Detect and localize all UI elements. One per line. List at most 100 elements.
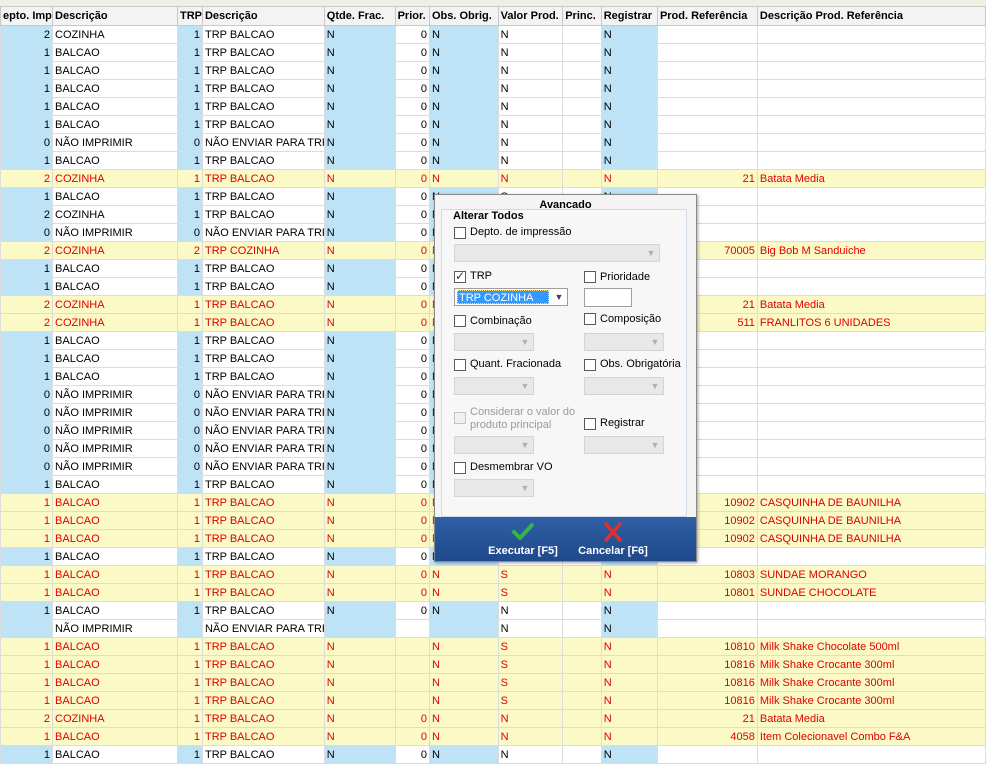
table-cell[interactable]: N (497, 727, 564, 746)
table-cell[interactable]: 1 (176, 79, 203, 98)
column-header[interactable]: Qtde. Frac. (323, 6, 396, 26)
table-cell[interactable]: N (600, 655, 658, 674)
table-cell[interactable]: N (600, 709, 658, 728)
table-cell[interactable] (394, 691, 430, 710)
table-cell[interactable]: 0 (394, 259, 430, 278)
table-cell[interactable] (562, 25, 602, 44)
table-cell[interactable]: N (323, 403, 396, 422)
table-cell[interactable]: 1 (0, 727, 54, 746)
table-row[interactable]: 1 BALCAO 1 TRP BALCAO N 0 N N N 4058 Item Colecion… (0, 727, 986, 746)
table-cell[interactable]: S (497, 655, 564, 674)
table-cell[interactable]: 1 (0, 547, 54, 566)
table-cell[interactable]: 0 (394, 529, 430, 548)
table-cell[interactable] (756, 259, 986, 278)
table-cell[interactable] (756, 61, 986, 80)
table-cell[interactable]: 1 (0, 511, 54, 530)
table-cell[interactable]: 1 (176, 367, 203, 386)
table-cell[interactable] (656, 97, 758, 116)
table-cell[interactable]: 1 (176, 673, 203, 692)
table-cell[interactable]: 0 (394, 133, 430, 152)
column-header[interactable]: Valor Prod. (497, 6, 564, 26)
table-cell[interactable]: N (497, 97, 564, 116)
table-cell[interactable]: N (600, 79, 658, 98)
table-cell[interactable]: BALCAO (52, 187, 178, 206)
considerar-combo[interactable]: ▼ (454, 436, 534, 454)
table-cell[interactable]: Milk Shake Chocolate 500ml (756, 637, 986, 656)
table-cell[interactable]: N (428, 79, 499, 98)
table-cell[interactable]: 1 (176, 493, 203, 512)
considerar-checkbox[interactable] (454, 412, 466, 424)
table-cell[interactable]: TRP BALCAO (201, 745, 325, 764)
table-cell[interactable]: 1 (0, 61, 54, 80)
table-cell[interactable]: TRP COZINHA (201, 241, 325, 260)
table-cell[interactable] (562, 673, 602, 692)
table-cell[interactable]: BALCAO (52, 565, 178, 584)
table-cell[interactable]: NÃO ENVIAR PARA TRP (201, 133, 325, 152)
table-cell[interactable]: NÃO IMPRIMIR (52, 133, 178, 152)
table-cell[interactable]: 1 (0, 745, 54, 764)
table-cell[interactable]: N (497, 115, 564, 134)
table-cell[interactable] (756, 277, 986, 296)
table-cell[interactable]: N (323, 421, 396, 440)
prioridade-checkbox[interactable] (584, 271, 596, 283)
table-cell[interactable]: 10801 (656, 583, 758, 602)
table-cell[interactable]: 2 (0, 295, 54, 314)
table-cell[interactable] (756, 475, 986, 494)
table-cell[interactable]: N (323, 349, 396, 368)
table-cell[interactable]: 0 (394, 205, 430, 224)
table-cell[interactable]: 1 (176, 511, 203, 530)
table-cell[interactable]: S (497, 691, 564, 710)
table-cell[interactable]: N (428, 691, 499, 710)
table-cell[interactable]: 1 (176, 529, 203, 548)
table-cell[interactable]: N (428, 25, 499, 44)
table-cell[interactable]: 1 (176, 655, 203, 674)
table-cell[interactable]: NÃO ENVIAR PARA TRP (201, 457, 325, 476)
table-cell[interactable]: 1 (176, 259, 203, 278)
table-cell[interactable]: TRP BALCAO (201, 475, 325, 494)
table-cell[interactable]: 0 (394, 421, 430, 440)
table-cell[interactable]: N (323, 277, 396, 296)
table-cell[interactable] (562, 619, 602, 638)
table-cell[interactable]: TRP BALCAO (201, 529, 325, 548)
table-row[interactable]: 1 BALCAO 1 TRP BALCAO N N S N 10816 Milk Shake Cr… (0, 655, 986, 674)
table-cell[interactable]: 1 (0, 115, 54, 134)
table-cell[interactable]: 0 (394, 169, 430, 188)
table-cell[interactable]: N (497, 61, 564, 80)
table-cell[interactable]: 1 (0, 565, 54, 584)
column-header[interactable]: Registrar (600, 6, 658, 26)
table-cell[interactable]: N (600, 25, 658, 44)
table-cell[interactable] (562, 61, 602, 80)
table-cell[interactable]: 0 (394, 349, 430, 368)
table-cell[interactable]: 1 (176, 691, 203, 710)
table-cell[interactable]: N (428, 43, 499, 62)
table-cell[interactable]: N (323, 547, 396, 566)
table-cell[interactable]: TRP BALCAO (201, 673, 325, 692)
table-cell[interactable]: 1 (176, 61, 203, 80)
table-cell[interactable]: BALCAO (52, 529, 178, 548)
column-header[interactable]: Princ. (562, 6, 602, 26)
table-row[interactable]: 1BALCAO1TRP BALCAON0NNN (0, 97, 986, 116)
table-cell[interactable]: TRP BALCAO (201, 547, 325, 566)
table-cell[interactable]: N (323, 601, 396, 620)
table-cell[interactable]: N (428, 133, 499, 152)
table-cell[interactable]: N (428, 727, 499, 746)
table-cell[interactable]: N (323, 511, 396, 530)
table-cell[interactable]: 0 (176, 421, 203, 440)
table-cell[interactable]: TRP BALCAO (201, 367, 325, 386)
table-row[interactable]: 1BALCAO1TRP BALCAON0NNN (0, 43, 986, 62)
table-cell[interactable] (562, 79, 602, 98)
composicao-checkbox[interactable] (584, 313, 596, 325)
cancel-button[interactable]: Cancelar [F6] (553, 517, 673, 561)
registrar-checkbox[interactable] (584, 418, 596, 430)
table-cell[interactable]: SUNDAE CHOCOLATE (756, 583, 986, 602)
table-cell[interactable]: N (323, 583, 396, 602)
table-cell[interactable]: N (323, 385, 396, 404)
table-cell[interactable]: NÃO IMPRIMIR (52, 385, 178, 404)
table-cell[interactable]: 0 (0, 133, 54, 152)
table-cell[interactable]: N (323, 439, 396, 458)
table-cell[interactable]: N (323, 367, 396, 386)
table-row[interactable]: 2COZINHA1TRP BALCAON0NNN21Batata Media (0, 709, 986, 728)
table-cell[interactable]: N (600, 61, 658, 80)
table-cell[interactable]: N (323, 457, 396, 476)
table-cell[interactable] (656, 745, 758, 764)
